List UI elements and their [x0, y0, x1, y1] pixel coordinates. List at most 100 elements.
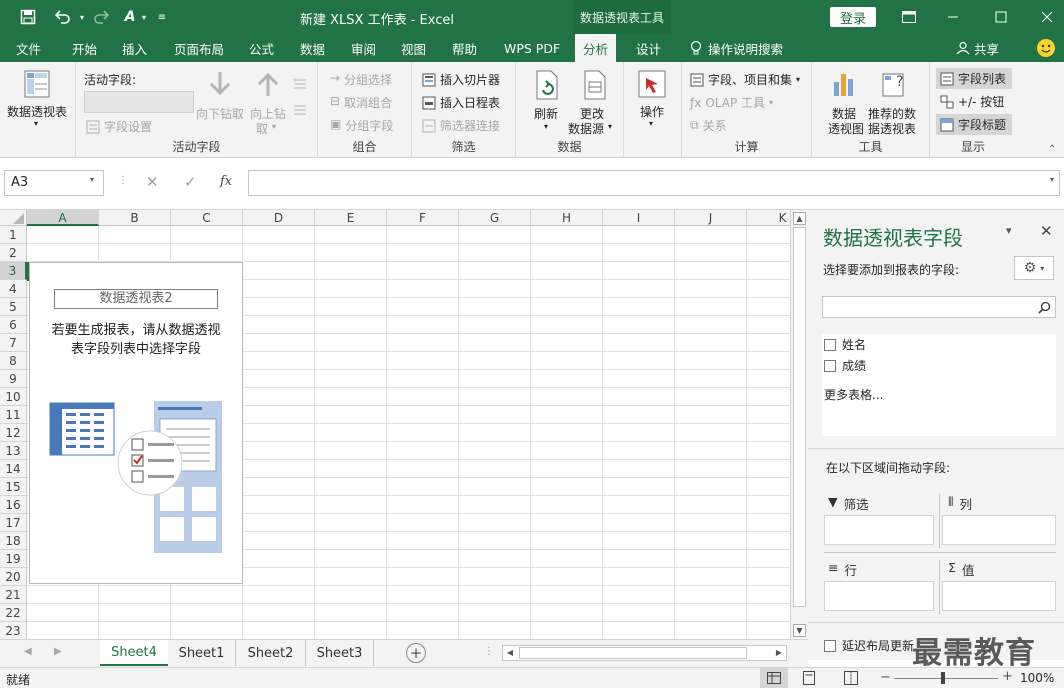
insert-function-icon[interactable]: fx: [220, 174, 232, 189]
change-source-icon[interactable]: [582, 70, 608, 103]
redo-icon[interactable]: [86, 0, 116, 34]
tab-wps-pdf[interactable]: WPS PDF: [504, 34, 560, 62]
sheet-tab-sheet3[interactable]: Sheet3: [306, 640, 374, 666]
rows-drop-area[interactable]: [824, 581, 934, 611]
row-header[interactable]: 9: [0, 370, 27, 388]
expand-field-icon[interactable]: +: [292, 76, 308, 95]
column-header[interactable]: B: [99, 210, 171, 226]
insert-slicer-button[interactable]: 插入切片器: [422, 71, 500, 88]
tab-analyze[interactable]: 分析: [575, 34, 617, 62]
relationships-button[interactable]: ⧉ 关系: [690, 117, 727, 134]
row-header[interactable]: 3: [0, 262, 27, 280]
filters-drop-area[interactable]: [824, 515, 934, 545]
pivot-chart-icon[interactable]: [832, 70, 858, 101]
tab-view[interactable]: 视图: [401, 34, 426, 62]
actions-button[interactable]: 操作: [640, 103, 664, 120]
pivot-table-button[interactable]: 数据透视表: [7, 103, 67, 120]
zoom-in-icon[interactable]: +: [1002, 669, 1013, 684]
page-layout-view-icon[interactable]: [802, 671, 816, 688]
column-header[interactable]: H: [531, 210, 603, 226]
plus-minus-buttons-toggle[interactable]: +/- 按钮: [936, 91, 1012, 112]
worksheet-grid[interactable]: ABCDEFGHIJK 1 2 3 4 5 6 7 8 9 10 11 12 13 14 15 16 17 18 1…: [0, 210, 790, 639]
save-icon[interactable]: [14, 0, 42, 34]
tell-me-search[interactable]: 操作说明搜索: [690, 34, 783, 62]
undo-dropdown-icon[interactable]: ▾: [78, 0, 86, 34]
active-field-input[interactable]: [84, 91, 194, 113]
field-checkbox[interactable]: [824, 359, 836, 372]
defer-checkbox[interactable]: [824, 639, 836, 652]
recommended-pivot-icon[interactable]: ?: [882, 70, 910, 101]
collapse-ribbon-icon[interactable]: ⌃: [1048, 144, 1056, 155]
refresh-button[interactable]: 刷新: [534, 105, 558, 122]
tab-review[interactable]: 审阅: [351, 34, 376, 62]
tab-home[interactable]: 开始: [72, 34, 97, 62]
row-header[interactable]: 19: [0, 550, 27, 568]
field-settings-button[interactable]: 字段设置: [86, 118, 152, 135]
field-layout-settings-button[interactable]: ⚙ ▾: [1014, 256, 1054, 280]
select-all-corner[interactable]: [0, 210, 27, 226]
row-header[interactable]: 15: [0, 478, 27, 496]
smiley-icon[interactable]: [1036, 34, 1056, 62]
customize-qat-icon[interactable]: ≡: [154, 0, 170, 34]
recommended-pivot-label-2[interactable]: 据透视表: [868, 120, 916, 137]
row-header[interactable]: 13: [0, 442, 27, 460]
scroll-up-icon[interactable]: ▲: [793, 212, 806, 225]
add-sheet-icon[interactable]: +: [406, 643, 426, 663]
share-button[interactable]: 共享: [956, 34, 999, 62]
column-header[interactable]: A: [27, 210, 99, 226]
vertical-scrollbar[interactable]: ▲ ▼: [790, 210, 808, 639]
column-header[interactable]: D: [243, 210, 315, 226]
field-checkbox[interactable]: [824, 338, 836, 351]
actions-dropdown-icon[interactable]: ▾: [649, 119, 653, 128]
row-header[interactable]: 1: [0, 226, 27, 244]
sheet-tab-sheet2[interactable]: Sheet2: [236, 640, 306, 666]
drill-down-button[interactable]: 向下钻取: [196, 105, 244, 122]
page-break-view-icon[interactable]: [844, 671, 858, 688]
sheet-tab-sheet1[interactable]: Sheet1: [168, 640, 236, 666]
column-header[interactable]: J: [675, 210, 747, 226]
row-header[interactable]: 22: [0, 604, 27, 622]
zoom-level[interactable]: 100%: [1020, 671, 1054, 685]
refresh-dropdown-icon[interactable]: ▾: [544, 122, 548, 131]
scroll-down-icon[interactable]: ▼: [793, 624, 806, 637]
close-icon[interactable]: [1034, 0, 1060, 34]
filter-connections-button[interactable]: 筛选器连接: [422, 117, 500, 134]
row-header[interactable]: 10: [0, 388, 27, 406]
row-header[interactable]: 4: [0, 280, 27, 298]
field-item-score[interactable]: 成绩: [824, 357, 866, 374]
row-header[interactable]: 16: [0, 496, 27, 514]
tab-insert[interactable]: 插入: [122, 34, 147, 62]
group-field-button[interactable]: ▣ 分组字段: [330, 117, 393, 134]
minimize-icon[interactable]: [940, 0, 966, 34]
column-header[interactable]: G: [459, 210, 531, 226]
column-header[interactable]: E: [315, 210, 387, 226]
pane-close-icon[interactable]: ✕: [1040, 222, 1053, 240]
row-header[interactable]: 17: [0, 514, 27, 532]
drill-up-dropdown-icon[interactable]: ▾: [272, 122, 276, 131]
collapse-field-icon[interactable]: [292, 102, 308, 121]
name-box-dropdown-icon[interactable]: ▾: [90, 175, 94, 184]
field-list-toggle[interactable]: 字段列表: [936, 68, 1012, 89]
values-drop-area[interactable]: [942, 581, 1056, 611]
zoom-out-icon[interactable]: −: [880, 670, 891, 685]
name-box[interactable]: A3: [4, 170, 104, 196]
sheet-prev-icon[interactable]: ◀: [24, 646, 32, 657]
change-source-label-2[interactable]: 数据源: [568, 120, 604, 137]
pivot-chart-label-2[interactable]: 透视图: [828, 120, 864, 137]
tab-data[interactable]: 数据: [300, 34, 325, 62]
sheet-next-icon[interactable]: ▶: [54, 646, 62, 657]
sheet-tab-sheet4[interactable]: Sheet4: [100, 640, 168, 666]
tab-page-layout[interactable]: 页面布局: [174, 34, 224, 62]
actions-icon[interactable]: [638, 70, 666, 101]
maximize-icon[interactable]: [988, 0, 1014, 34]
normal-view-icon[interactable]: [760, 668, 788, 688]
horizontal-scrollbar[interactable]: ◀ ▶: [502, 645, 787, 661]
zoom-slider-track[interactable]: [894, 678, 998, 679]
pivot-table-dropdown-icon[interactable]: ▾: [34, 119, 38, 128]
tab-help[interactable]: 帮助: [452, 34, 477, 62]
pivot-placeholder[interactable]: 数据透视表2 若要生成报表，请从数据透视 表字段列表中选择字段: [29, 262, 243, 584]
horizontal-scroll-thumb[interactable]: [519, 647, 747, 659]
fields-items-sets-button[interactable]: 字段、项目和集 ▾: [690, 71, 800, 88]
olap-tools-button[interactable]: ƒx OLAP 工具 ▾: [690, 94, 773, 111]
ungroup-button[interactable]: ⊟ 取消组合: [330, 94, 392, 111]
